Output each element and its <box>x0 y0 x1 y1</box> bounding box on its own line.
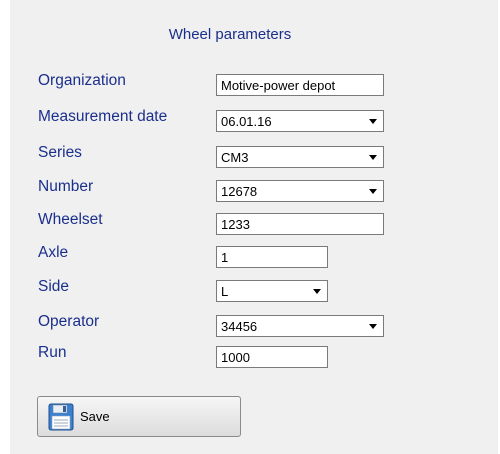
save-button-label: Save <box>80 409 110 424</box>
chevron-down-icon[interactable] <box>369 324 377 329</box>
operator-label: Operator <box>38 313 100 330</box>
organization-field[interactable]: Motive-power depot <box>216 74 384 96</box>
axle-value: 1 <box>221 250 229 265</box>
wheel-parameters-panel: Wheel parameters Organization Motive-pow… <box>10 0 498 454</box>
axle-label: Axle <box>38 244 69 261</box>
measurement-date-label: Measurement date <box>38 108 168 125</box>
side-label: Side <box>38 278 70 295</box>
chevron-down-icon[interactable] <box>369 119 377 124</box>
floppy-disk-icon <box>48 403 74 431</box>
side-select[interactable]: L <box>216 280 328 302</box>
measurement-date-value: 06.01.16 <box>221 114 272 129</box>
run-label: Run <box>38 344 67 361</box>
number-value: 12678 <box>221 184 258 199</box>
chevron-down-icon[interactable] <box>369 189 377 194</box>
chevron-down-icon[interactable] <box>369 155 377 160</box>
organization-label: Organization <box>38 72 126 89</box>
number-label: Number <box>38 178 94 195</box>
panel-title: Wheel parameters <box>168 26 292 43</box>
wheelset-field[interactable]: 1233 <box>216 213 384 235</box>
number-select[interactable]: 12678 <box>216 180 384 202</box>
series-select[interactable]: CM3 <box>216 146 384 168</box>
series-value: CM3 <box>221 150 249 165</box>
run-value: 1000 <box>221 350 250 365</box>
side-value: L <box>221 284 229 299</box>
operator-value: 34456 <box>221 319 258 334</box>
wheelset-value: 1233 <box>221 217 250 232</box>
save-button[interactable]: Save <box>37 396 241 437</box>
wheelset-label: Wheelset <box>38 211 103 228</box>
series-label: Series <box>38 144 82 161</box>
axle-field[interactable]: 1 <box>216 246 328 268</box>
chevron-down-icon[interactable] <box>313 289 321 294</box>
measurement-date-select[interactable]: 06.01.16 <box>216 110 384 132</box>
operator-select[interactable]: 34456 <box>216 315 384 337</box>
run-field[interactable]: 1000 <box>216 346 328 368</box>
organization-value: Motive-power depot <box>221 78 336 93</box>
